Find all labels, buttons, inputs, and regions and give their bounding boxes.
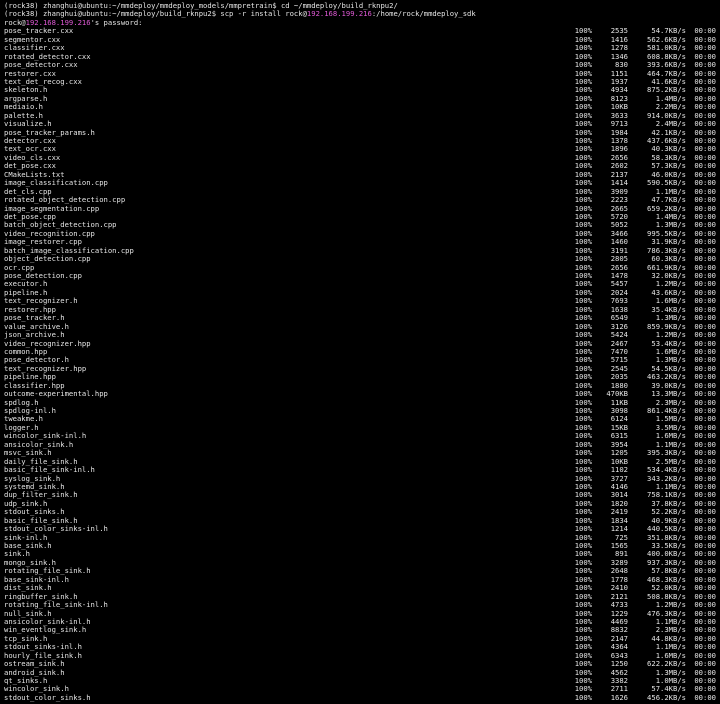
file-name: det_pose.cpp bbox=[4, 212, 56, 221]
file-name: base_sink.h bbox=[4, 542, 52, 550]
file-name: hourly_file_sink.h bbox=[4, 651, 82, 660]
file-name: dup_filter_sink.h bbox=[4, 491, 78, 500]
file-name: sink.h bbox=[4, 550, 30, 559]
command-destination: :/home/rock/mmdeploy_sdk bbox=[371, 9, 476, 19]
file-name: detector.cxx bbox=[4, 137, 56, 145]
file-name: executor.h bbox=[4, 280, 48, 289]
file-name: udp_sink.h bbox=[4, 499, 48, 508]
file-name: segmentor.cxx bbox=[4, 35, 61, 44]
file-name: wincolor_sink-inl.h bbox=[4, 432, 87, 441]
elapsed-time: 00:00 bbox=[694, 692, 716, 702]
file-name: tcp_sink.h bbox=[4, 634, 48, 643]
file-name: stdout_color_sinks.h bbox=[4, 693, 91, 702]
terminal-window[interactable]: (rock38) zhanghui@ubuntu:~/mmdeploy/mmde… bbox=[0, 0, 720, 704]
file-name: value_archive.h bbox=[4, 322, 69, 331]
file-name: object_detection.cpp bbox=[4, 255, 91, 264]
file-name: image_segmentation.cpp bbox=[4, 204, 100, 213]
file-name: msvc_sink.h bbox=[4, 449, 52, 458]
file-name: rotated_detector.cxx bbox=[4, 52, 91, 61]
file-name: systemd_sink.h bbox=[4, 482, 65, 491]
file-name: text_recognizer.hpp bbox=[4, 364, 87, 373]
file-name: sink-inl.h bbox=[4, 533, 48, 542]
file-name: spdlog-inl.h bbox=[4, 407, 56, 415]
transfer-row: stdout_color_sinks.h 100% 1626 456.2KB/s 00:… bbox=[4, 692, 720, 702]
file-name: pose_detector.cxx bbox=[4, 61, 78, 70]
file-name: restorer.hpp bbox=[4, 305, 56, 314]
file-name: pose_detector.h bbox=[4, 356, 69, 365]
file-name: pipeline.hpp bbox=[4, 373, 56, 382]
file-name: batch_image_classification.cpp bbox=[4, 246, 134, 255]
file-name: video_recognizer.hpp bbox=[4, 339, 91, 348]
file-name: basic_file_sink.h bbox=[4, 516, 78, 525]
file-name: pose_detection.cpp bbox=[4, 272, 82, 280]
file-name: text_det_recog.cxx bbox=[4, 77, 82, 86]
file-name: dist_sink.h bbox=[4, 584, 52, 593]
file-name: daily_file_sink.h bbox=[4, 457, 78, 466]
file-name: outcome-experimental.hpp bbox=[4, 390, 108, 399]
file-name: android_sink.h bbox=[4, 668, 65, 677]
file-name: win_eventlog_sink.h bbox=[4, 626, 87, 635]
file-name: batch_object_detection.cpp bbox=[4, 221, 117, 230]
file-name: spdlog.h bbox=[4, 398, 39, 407]
file-name: json_archive.h bbox=[4, 331, 65, 340]
password-prompt-text: 's password: bbox=[90, 17, 143, 27]
percent: 100% bbox=[574, 692, 592, 702]
file-name: video_cls.cxx bbox=[4, 153, 61, 162]
file-name: base_sink-inl.h bbox=[4, 575, 69, 584]
file-name: stdout_sinks.h bbox=[4, 508, 65, 517]
file-name: common.hpp bbox=[4, 347, 48, 356]
file-name: null_sink.h bbox=[4, 609, 52, 618]
file-name: ansicolor_sink-inl.h bbox=[4, 617, 91, 626]
file-name: pose_tracker.h bbox=[4, 314, 65, 323]
file-name: qt_sinks.h bbox=[4, 677, 48, 685]
password-prompt-user: rock@ bbox=[4, 17, 26, 27]
file-name: skeleton.h bbox=[4, 86, 48, 95]
file-name: text_ocr.cxx bbox=[4, 145, 56, 154]
file-name: text_recognizer.h bbox=[4, 297, 78, 306]
file-name: classifier.hpp bbox=[4, 381, 65, 390]
ip-address: 192.168.199.216 bbox=[306, 9, 372, 19]
file-name: palette.h bbox=[4, 111, 43, 120]
file-name: mongo_sink.h bbox=[4, 558, 56, 567]
file-name: visualize.h bbox=[4, 120, 52, 129]
file-name: basic_file_sink-inl.h bbox=[4, 466, 95, 475]
file-name: pose_tracker.cxx bbox=[4, 27, 74, 36]
file-name: stdout_sinks-inl.h bbox=[4, 643, 82, 652]
file-name: det_cls.cpp bbox=[4, 187, 52, 196]
file-name: wincolor_sink.h bbox=[4, 685, 69, 694]
transfer-row: rotated_detector.cxx 100% 1346 608.8KB/s 00:… bbox=[4, 52, 720, 61]
file-name: pose_tracker_params.h bbox=[4, 128, 95, 137]
file-name: stdout_color_sinks-inl.h bbox=[4, 525, 108, 534]
file-name: ansicolor_sink.h bbox=[4, 440, 74, 449]
file-name: ostream_sink.h bbox=[4, 660, 65, 669]
file-name: syslog_sink.h bbox=[4, 474, 61, 483]
transfer-output: pose_tracker.cxx 100% 2535 54.7KB/s 00:00 seg… bbox=[4, 26, 720, 702]
transfer-row: base_sink.h 100% 1565 33.5KB/s 00:00 bbox=[4, 541, 720, 550]
file-name: ocr.cpp bbox=[4, 263, 35, 272]
file-size: 1626 bbox=[610, 692, 628, 702]
ip-address: 192.168.199.216 bbox=[25, 17, 91, 27]
transfer-row: stdout_color_sinks-inl.h 100% 1214 440.5KB/… bbox=[4, 524, 720, 534]
file-name: rotating_file_sink.h bbox=[4, 567, 91, 576]
file-name: mediaio.h bbox=[4, 103, 43, 112]
file-name: CMakeLists.txt bbox=[4, 170, 65, 179]
file-name: det_pose.cxx bbox=[4, 162, 56, 171]
file-name: rotated_object_detection.cpp bbox=[4, 196, 126, 205]
file-name: logger.h bbox=[4, 423, 39, 432]
file-name: rotating_file_sink-inl.h bbox=[4, 601, 108, 610]
file-name: restorer.cxx bbox=[4, 69, 56, 78]
file-name: pipeline.h bbox=[4, 288, 48, 297]
file-name: image_classification.cpp bbox=[4, 179, 108, 188]
file-name: argparse.h bbox=[4, 94, 48, 103]
file-name: classifier.cxx bbox=[4, 44, 65, 53]
file-name: image_restorer.cpp bbox=[4, 238, 82, 247]
transfer-rate: 456.2KB/s bbox=[647, 692, 686, 702]
file-name: tweakme.h bbox=[4, 415, 43, 424]
file-name: video_recognition.cpp bbox=[4, 229, 95, 238]
file-name: ringbuffer_sink.h bbox=[4, 592, 78, 601]
